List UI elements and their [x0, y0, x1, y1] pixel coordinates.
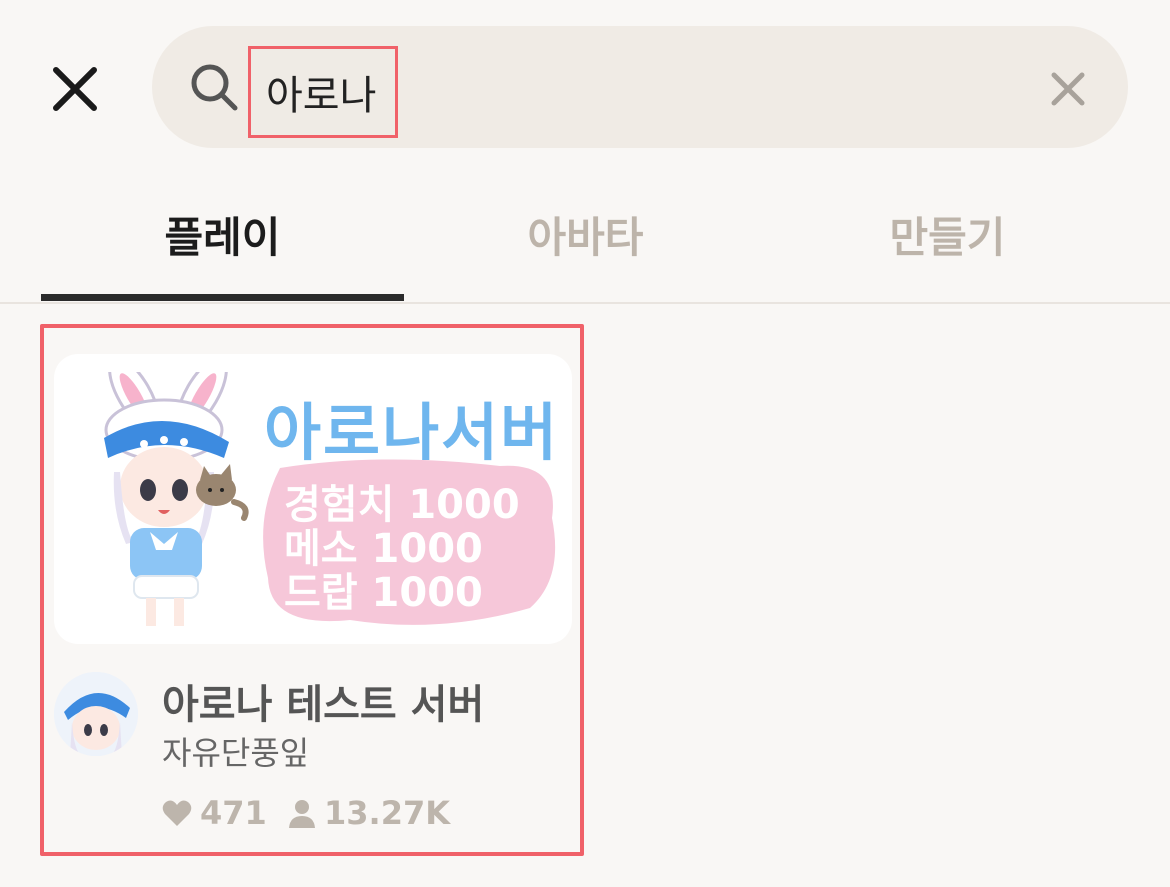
top-bar	[0, 0, 1170, 178]
search-input[interactable]	[248, 46, 398, 138]
tab-bar: 플레이 아바타 만들기	[0, 178, 1170, 304]
tab-play[interactable]: 플레이	[41, 208, 404, 278]
game-title: 아로나 테스트 서버	[162, 682, 485, 728]
tab-create[interactable]: 만들기	[766, 208, 1129, 278]
heart-icon	[162, 800, 192, 826]
search-result-card[interactable]: 아로나서버 경험치 1000 메소 1000 드랍 1000 아로나 테스트 서…	[40, 324, 584, 856]
character-illustration	[104, 372, 249, 626]
active-tab-indicator	[41, 294, 404, 301]
game-thumbnail: 아로나서버 경험치 1000 메소 1000 드랍 1000	[54, 354, 572, 644]
creator-name: 자유단풍잎	[162, 734, 310, 772]
players-stat: 13.27K	[288, 794, 450, 832]
search-icon	[191, 64, 238, 111]
clear-icon[interactable]	[1050, 71, 1086, 107]
search-bar	[152, 26, 1128, 148]
tab-avatar[interactable]: 아바타	[404, 208, 767, 278]
close-icon[interactable]	[50, 64, 100, 114]
person-icon	[289, 800, 315, 828]
banner-line: 드랍 1000	[284, 570, 483, 616]
likes-count: 471	[200, 794, 267, 832]
creator-avatar	[54, 672, 138, 756]
likes-stat: 471	[162, 794, 267, 832]
players-count: 13.27K	[324, 794, 451, 832]
